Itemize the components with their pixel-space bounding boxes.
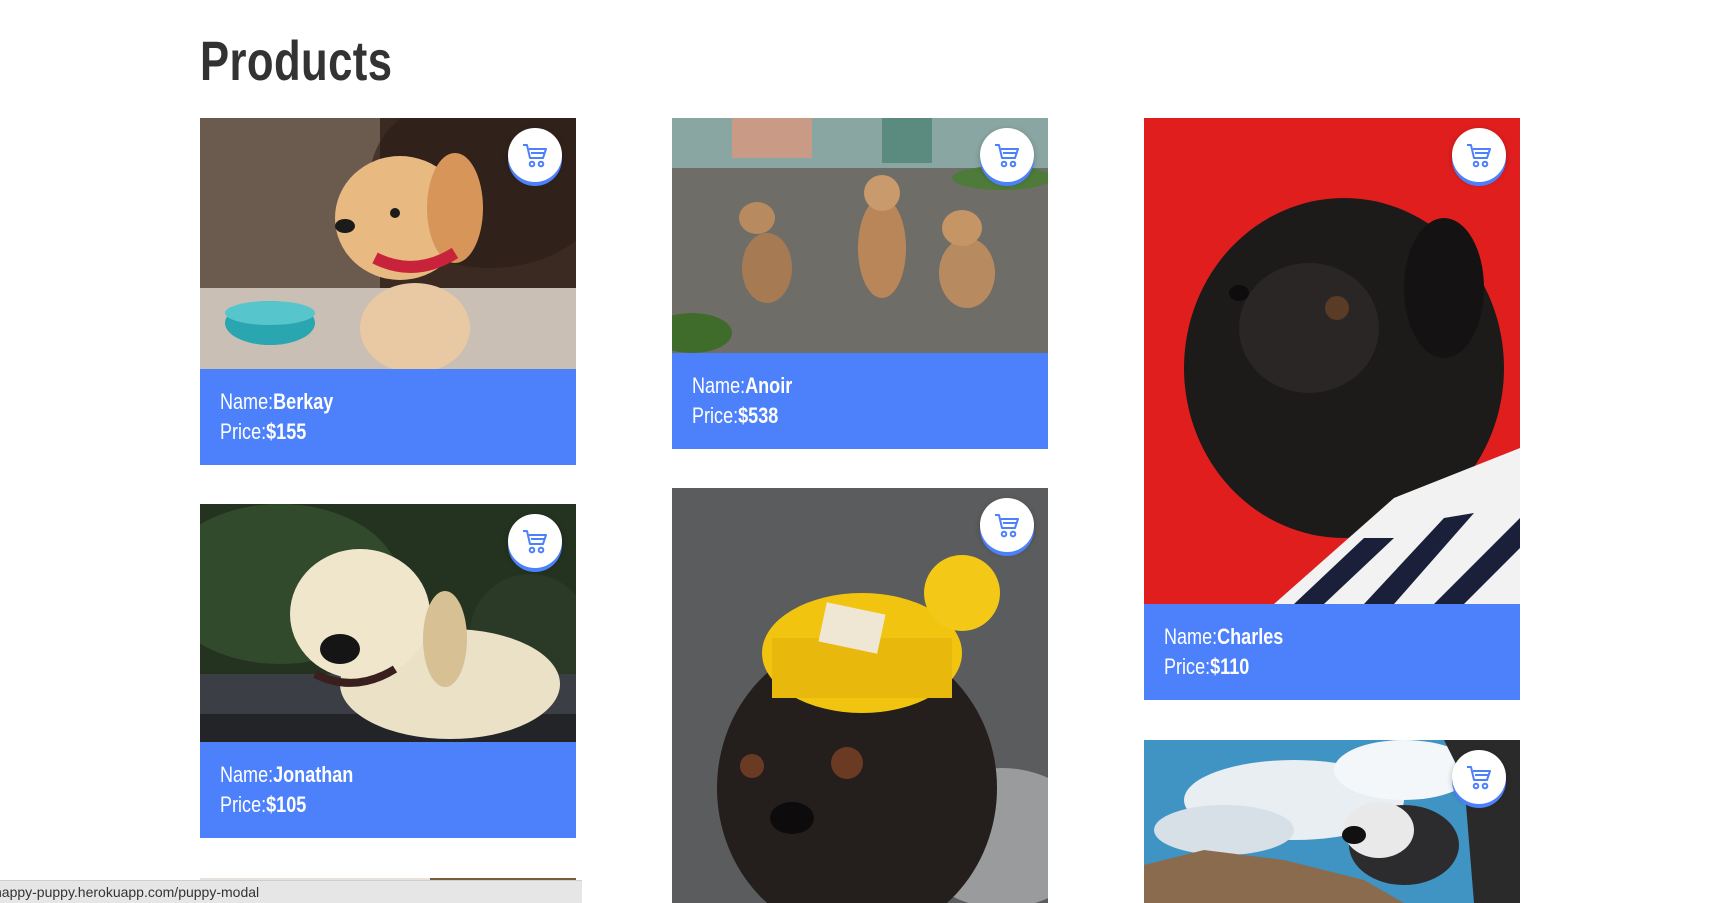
product-photo[interactable] (672, 488, 1048, 903)
product-card-berkay[interactable]: Name: Berkay Price: $155 (200, 118, 576, 465)
product-photo[interactable] (672, 118, 1048, 353)
add-to-cart-button[interactable] (508, 514, 562, 568)
shopping-cart-icon (520, 526, 550, 556)
product-name: Berkay (273, 389, 334, 414)
product-card-jonathan[interactable]: Name: Jonathan Price: $105 (200, 504, 576, 838)
name-label: Name: (1164, 624, 1218, 649)
product-card-anoir[interactable]: Name: Anoir Price: $538 (672, 118, 1048, 449)
product-info: Name: Jonathan Price: $105 (200, 742, 576, 838)
add-to-cart-button[interactable] (1452, 128, 1506, 182)
product-photo[interactable] (200, 504, 576, 742)
product-card-charles[interactable]: Name: Charles Price: $110 (1144, 118, 1520, 700)
product-price: $538 (738, 403, 779, 428)
product-price: $155 (266, 419, 307, 444)
product-photo[interactable] (200, 118, 576, 369)
product-photo[interactable] (1144, 118, 1520, 604)
link-status-bar: happy-puppy.herokuapp.com/puppy-modal (0, 880, 582, 903)
product-card[interactable] (1144, 740, 1520, 903)
name-label: Name: (220, 389, 274, 414)
product-info: Name: Charles Price: $110 (1144, 604, 1520, 700)
status-url: happy-puppy.herokuapp.com/puppy-modal (0, 884, 260, 900)
add-to-cart-button[interactable] (980, 498, 1034, 552)
name-label: Name: (220, 762, 274, 787)
product-info: Name: Anoir Price: $538 (672, 353, 1048, 449)
add-to-cart-button[interactable] (980, 128, 1034, 182)
price-label: Price: (692, 403, 739, 428)
product-info: Name: Berkay Price: $155 (200, 369, 576, 465)
product-name: Charles (1217, 624, 1284, 649)
shopping-cart-icon (992, 510, 1022, 540)
shopping-cart-icon (992, 140, 1022, 170)
product-price: $105 (266, 792, 307, 817)
add-to-cart-button[interactable] (1452, 750, 1506, 804)
name-label: Name: (692, 373, 746, 398)
product-card[interactable] (672, 488, 1048, 903)
price-label: Price: (220, 792, 267, 817)
price-label: Price: (220, 419, 267, 444)
price-label: Price: (1164, 654, 1211, 679)
product-price: $110 (1210, 654, 1250, 679)
page-title: Products (200, 29, 393, 92)
add-to-cart-button[interactable] (508, 128, 562, 182)
product-photo[interactable] (1144, 740, 1520, 903)
shopping-cart-icon (1464, 140, 1494, 170)
shopping-cart-icon (1464, 762, 1494, 792)
shopping-cart-icon (520, 140, 550, 170)
product-name: Anoir (745, 373, 793, 398)
product-name: Jonathan (273, 762, 354, 787)
